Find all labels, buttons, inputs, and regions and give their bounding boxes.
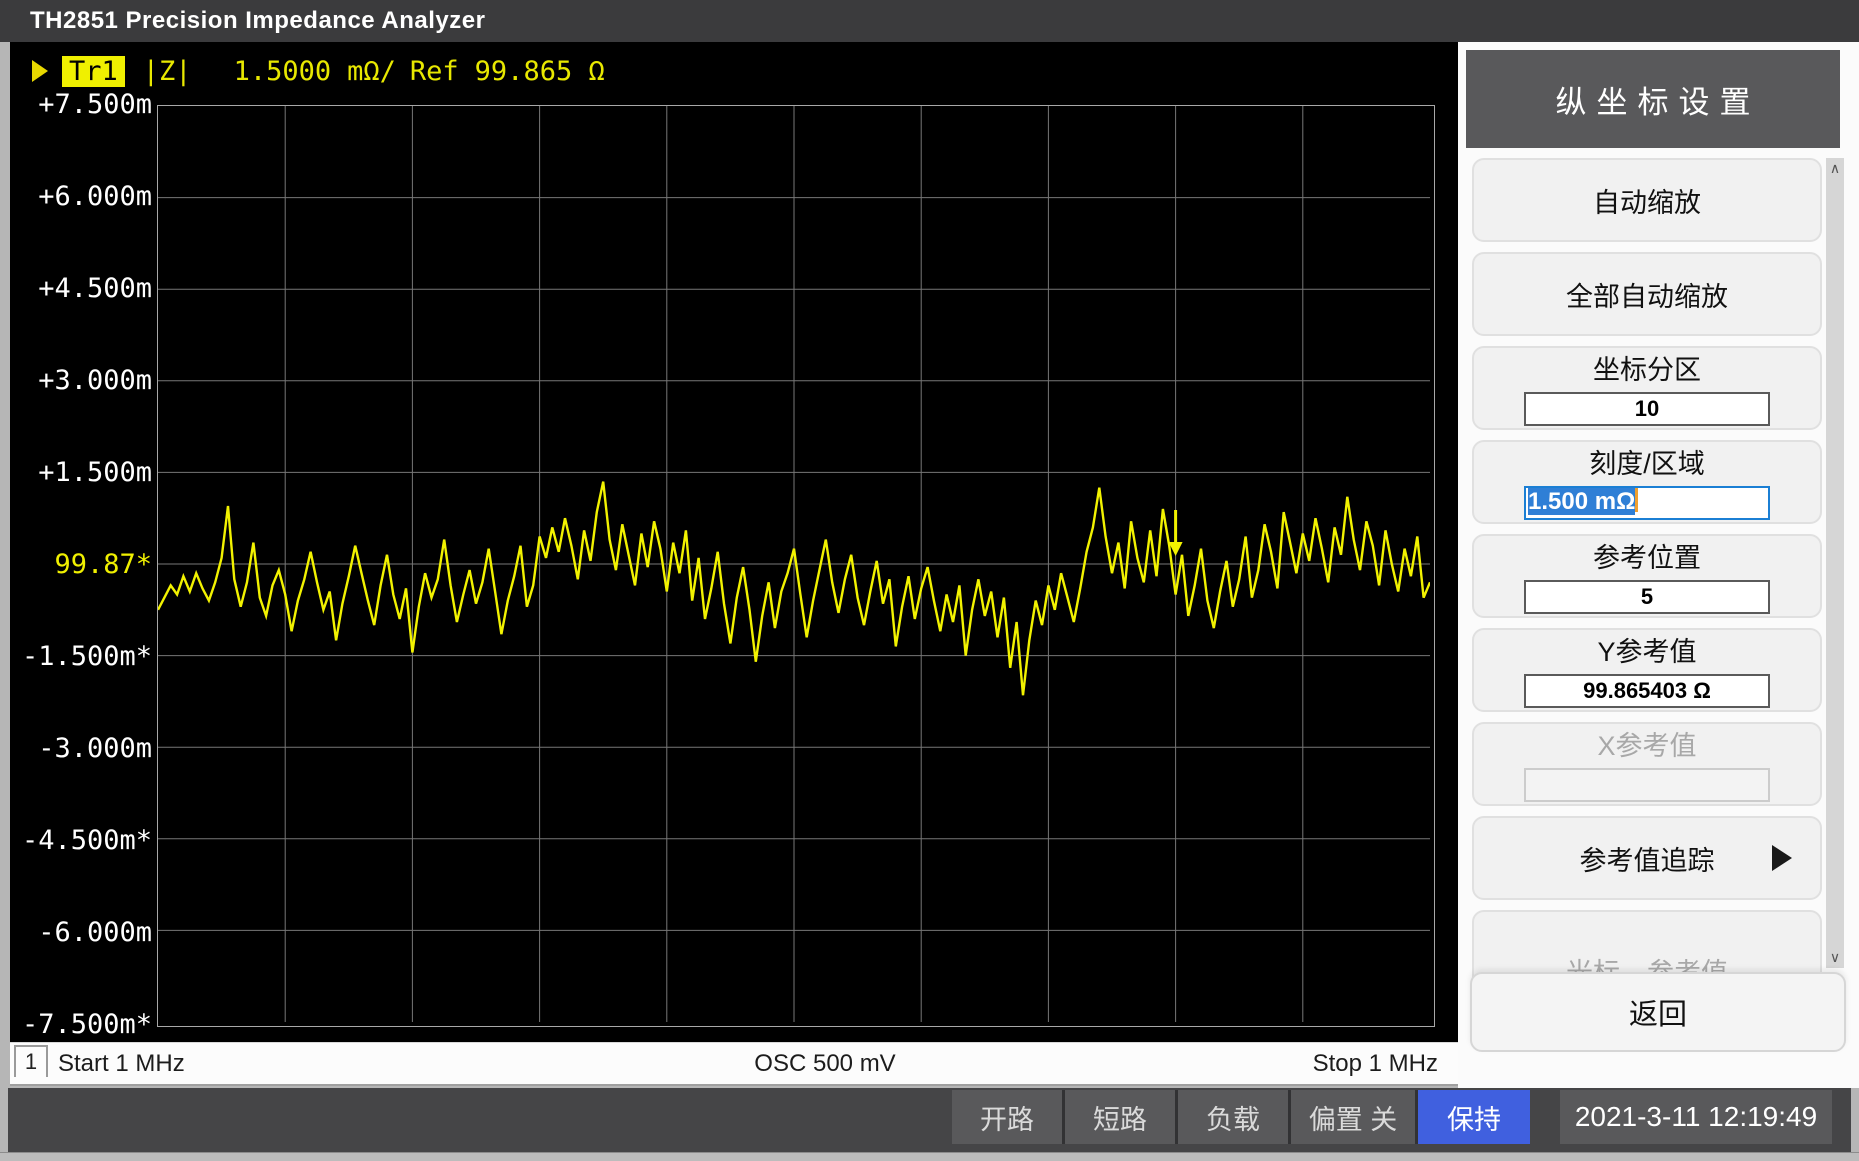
y-axis-label: -1.500m* — [18, 641, 152, 673]
menu-item-label: 参考值追踪 — [1580, 839, 1715, 878]
menu-item-field: X参考值 — [1472, 722, 1822, 806]
status-button[interactable]: 开路 — [952, 1090, 1062, 1144]
plot-area[interactable] — [157, 105, 1435, 1027]
active-trace-arrow-icon — [32, 60, 48, 82]
y-axis-label: +7.500m — [18, 89, 152, 121]
menu-item-field[interactable]: 刻度/区域 1.500 mΩ — [1472, 440, 1822, 524]
y-axis-label: -7.500m* — [18, 1009, 152, 1041]
trace-chart — [158, 106, 1430, 1022]
scroll-up-icon[interactable]: ∧ — [1826, 160, 1844, 177]
menu-item-input[interactable]: 1.500 mΩ — [1524, 486, 1770, 520]
menu-item-input[interactable] — [1524, 768, 1770, 802]
menu-item-field[interactable]: 参考位置 5 — [1472, 534, 1822, 618]
y-axis-label: +4.500m — [18, 273, 152, 305]
measurement-screen: Tr1 |Z| 1.5000 mΩ/ Ref 99.865 Ω +7.500m +… — [10, 42, 1458, 1042]
menu-item-label: 坐标分区 — [1593, 348, 1701, 387]
sweep-start-label: Start 1 MHz — [58, 1050, 185, 1078]
app-title: TH2851 Precision Impedance Analyzer — [30, 7, 485, 35]
sweep-stop-label: Stop 1 MHz — [1313, 1050, 1438, 1078]
trace-info-bar: Tr1 |Z| 1.5000 mΩ/ Ref 99.865 Ω — [32, 54, 605, 88]
channel-indicator[interactable]: 1 — [14, 1045, 48, 1077]
menu-item-field[interactable]: Y参考值 99.865403 Ω — [1472, 628, 1822, 712]
status-button[interactable]: 短路 — [1065, 1090, 1175, 1144]
menu-item-button[interactable]: 自动缩放 — [1472, 158, 1822, 242]
menu-item-label: 参考位置 — [1593, 536, 1701, 575]
menu-item-button[interactable]: 全部自动缩放 — [1472, 252, 1822, 336]
title-bar: TH2851 Precision Impedance Analyzer — [0, 0, 1859, 42]
y-axis-label: +1.500m — [18, 457, 152, 489]
y-axis-label: +3.000m — [18, 365, 152, 397]
status-bar: 开路短路负载偏置 关保持 2021-3-11 12:19:49 — [8, 1088, 1851, 1152]
marker-arrow-stem[interactable] — [1174, 510, 1177, 544]
window-frame-bottom — [0, 1152, 1859, 1161]
text-caret — [1635, 488, 1638, 512]
y-axis-label: -3.000m — [18, 733, 152, 765]
trace-parameter: |Z| — [143, 56, 192, 87]
trace-ref-label: Ref — [410, 56, 459, 87]
y-axis-label: +6.000m — [18, 181, 152, 213]
y-axis-label: 99.87* — [18, 549, 152, 581]
menu-item-label: Y参考值 — [1597, 630, 1696, 669]
menu-item-label: 自动缩放 — [1593, 181, 1701, 220]
menu-item-input[interactable]: 10 — [1524, 392, 1770, 426]
submenu-arrow-icon — [1772, 845, 1792, 871]
sweep-info-bar: 1 Start 1 MHz OSC 500 mV Stop 1 MHz — [10, 1042, 1458, 1086]
y-axis-label: -4.500m* — [18, 825, 152, 857]
menu-item-input[interactable]: 99.865403 Ω — [1524, 674, 1770, 708]
menu-item-button[interactable]: 参考值追踪 — [1472, 816, 1822, 900]
trace-label[interactable]: Tr1 — [62, 56, 125, 87]
status-buttons: 开路短路负载偏置 关保持 — [952, 1090, 1530, 1144]
status-button[interactable]: 偏置 关 — [1291, 1090, 1415, 1144]
trace-scale-value: 1.5000 — [234, 56, 332, 87]
sidebar-menu: 纵坐标设置 自动缩放全部自动缩放坐标分区 10 刻度/区域 1.500 mΩ 参考位置 5… — [1458, 42, 1859, 1088]
datetime-display: 2021-3-11 12:19:49 — [1560, 1090, 1832, 1144]
status-button[interactable]: 保持 — [1418, 1090, 1530, 1144]
selected-text: 1.500 mΩ — [1528, 488, 1635, 515]
menu-item-label: X参考值 — [1597, 724, 1696, 763]
trace-scale-unit: mΩ/ — [347, 56, 396, 87]
status-button[interactable]: 负载 — [1178, 1090, 1288, 1144]
menu-title: 纵坐标设置 — [1466, 50, 1840, 148]
y-axis-label: -6.000m — [18, 917, 152, 949]
menu-item-field[interactable]: 坐标分区 10 — [1472, 346, 1822, 430]
back-button[interactable]: 返回 — [1470, 972, 1846, 1052]
menu-item-label: 刻度/区域 — [1589, 442, 1705, 481]
trace-ref-value: 99.865 Ω — [475, 56, 605, 87]
menu-item-input[interactable]: 5 — [1524, 580, 1770, 614]
osc-level-label: OSC 500 mV — [754, 1050, 895, 1078]
scrollbar[interactable]: ∧ ∨ — [1826, 158, 1844, 968]
scroll-down-icon[interactable]: ∨ — [1826, 949, 1844, 966]
app-window: TH2851 Precision Impedance Analyzer Tr1 … — [0, 0, 1859, 1161]
menu-item-label: 全部自动缩放 — [1566, 275, 1728, 314]
